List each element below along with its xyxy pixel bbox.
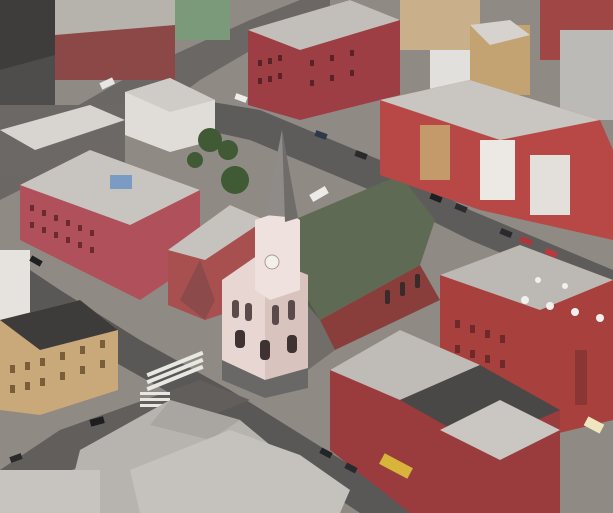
- aerial-city-scene: [0, 0, 613, 513]
- building-white-row-2: [530, 155, 570, 215]
- building-tan-top-right: [400, 0, 480, 50]
- building-bottom-left: [0, 470, 100, 513]
- roof-blue-patch: [110, 175, 132, 189]
- chimney: [575, 350, 587, 405]
- church-tower: [255, 210, 300, 300]
- building-tan-row: [420, 125, 450, 180]
- building-green-facade: [175, 0, 230, 40]
- church-clock: [264, 254, 280, 270]
- building-gray-corner: [560, 30, 613, 120]
- building-white-row: [480, 140, 515, 200]
